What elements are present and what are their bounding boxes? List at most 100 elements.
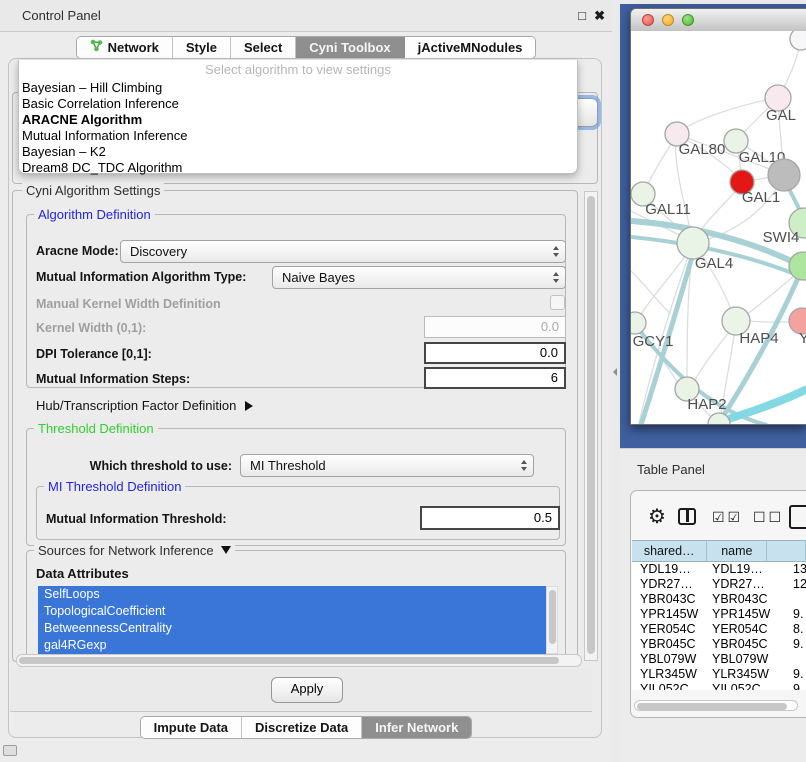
- table-cell: YBR045C: [712, 637, 768, 652]
- data-attributes-label: Data Attributes: [36, 566, 129, 581]
- table-cell: YER054C: [712, 622, 768, 637]
- table-cell: YBL079W: [640, 652, 696, 667]
- table-row[interactable]: YPR145WYPR145W9.: [632, 607, 806, 622]
- bottom-tabbar: Impute DataDiscretize DataInfer Network: [140, 716, 473, 739]
- tab-select[interactable]: Select: [231, 37, 296, 58]
- combo-arrows-icon: [521, 460, 527, 471]
- mi-threshold-group-title: MI Threshold Definition: [44, 479, 185, 494]
- minimize-traffic-light[interactable]: [662, 14, 674, 26]
- expander-arrow-icon: [245, 401, 253, 411]
- mi-type-label: Mutual Information Algorithm Type:: [36, 270, 246, 284]
- table-row[interactable]: YIL052CYIL052C9.: [632, 682, 806, 690]
- close-traffic-light[interactable]: [642, 14, 654, 26]
- tab-jactivemnodules[interactable]: jActiveMNodules: [405, 37, 536, 58]
- zoom-traffic-light[interactable]: [682, 14, 694, 26]
- attribute-topologicalcoefficient[interactable]: TopologicalCoefficient: [38, 603, 550, 620]
- aracne-mode-value: Discovery: [130, 244, 187, 259]
- settings-horizontal-scrollbar[interactable]: [16, 654, 582, 667]
- tab-style[interactable]: Style: [173, 37, 231, 58]
- settings-vertical-scrollbar[interactable]: [584, 191, 598, 661]
- network-canvas[interactable]: GALGAL80GAL10GAL1GAL11SWI4GAL4GCY1HAP4YH…: [631, 31, 806, 424]
- dpi-tolerance-field[interactable]: 0.0: [424, 342, 566, 364]
- collapsed-panel-icon[interactable]: [3, 745, 17, 756]
- table-row[interactable]: YDR27…YDR27…12: [632, 577, 806, 592]
- network-window[interactable]: GALGAL80GAL10GAL1GAL11SWI4GAL4GCY1HAP4YH…: [630, 8, 806, 425]
- column-header-item[interactable]: [767, 540, 806, 562]
- which-threshold-label: Which threshold to use:: [60, 459, 232, 473]
- table-cell: YLR345W: [640, 667, 697, 682]
- table-row[interactable]: YBR045CYBR045C9.: [632, 637, 806, 652]
- table-rows: YDL19…YDL19…13YDR27…YDR27…12YBR043CYBR04…: [632, 562, 806, 690]
- tab-infer-network[interactable]: Infer Network: [362, 717, 471, 738]
- which-threshold-combo[interactable]: MI Threshold: [240, 454, 534, 477]
- mi-threshold-field[interactable]: 0.5: [420, 506, 560, 530]
- float-window-icon[interactable]: □: [578, 0, 586, 32]
- network-window-titlebar[interactable]: [631, 9, 806, 32]
- mi-steps-value: 6: [551, 370, 558, 385]
- table-row[interactable]: YLR345WYLR345W9.: [632, 667, 806, 682]
- mi-type-combo[interactable]: Naive Bayes: [272, 266, 566, 289]
- tab-network[interactable]: Network: [77, 37, 173, 58]
- attribute-selfloops[interactable]: SelfLoops: [38, 586, 550, 603]
- node-label-gcy1: GCY1: [633, 333, 674, 350]
- hub-tf-definition-expander[interactable]: Hub/Transcription Factor Definition: [36, 398, 253, 413]
- table-cell: YER054C: [640, 622, 696, 637]
- panel-splitter[interactable]: [612, 0, 620, 762]
- sources-group-title[interactable]: Sources for Network Inference: [34, 543, 235, 558]
- combo-arrows-icon: [553, 272, 559, 283]
- attribute-betweennesscentrality[interactable]: BetweennessCentrality: [38, 620, 550, 637]
- table-row[interactable]: YBL079W YBL079W: [632, 652, 806, 667]
- table-cell: YIL052C: [640, 682, 689, 690]
- table-cell: YBL079W: [712, 652, 768, 667]
- algorithm-option-bayesian-k2[interactable]: Bayesian – K2: [19, 144, 577, 160]
- algorithm-option-mutual-information-inference[interactable]: Mutual Information Inference: [19, 128, 577, 144]
- dpi-tolerance-label: DPI Tolerance [0,1]:: [36, 347, 152, 361]
- table-panel-title: Table Panel: [637, 462, 705, 477]
- manual-kernel-checkbox: [550, 295, 565, 310]
- table-cell: YPR145W: [640, 607, 698, 622]
- tab-impute-data[interactable]: Impute Data: [141, 717, 242, 738]
- tab-label: jActiveMNodules: [418, 37, 523, 58]
- aracne-mode-combo[interactable]: Discovery: [120, 240, 566, 263]
- splitter-handle-icon[interactable]: [613, 368, 617, 376]
- algorithm-option-basic-correlation-inference[interactable]: Basic Correlation Inference: [19, 96, 577, 112]
- network-node[interactable]: [768, 159, 800, 191]
- network-node-swi4[interactable]: [789, 252, 806, 280]
- algorithm-option-bayesian-hill-climbing[interactable]: Bayesian – Hill Climbing: [19, 80, 577, 96]
- which-threshold-value: MI Threshold: [250, 458, 326, 473]
- table-cell: YPR145W: [712, 607, 770, 622]
- top-tabbar: NetworkStyleSelectCyni Toolbox jActiveMNo…: [76, 36, 537, 59]
- table-cell: YBR043C: [640, 592, 696, 607]
- table-row[interactable]: YBR043CYBR043C: [632, 592, 806, 607]
- tab-discretize-data[interactable]: Discretize Data: [242, 717, 362, 738]
- document-icon[interactable]: [789, 505, 806, 529]
- algorithm-option-dream8-dc-tdc-algorithm[interactable]: Dream8 DC_TDC Algorithm: [19, 160, 577, 176]
- dpi-tolerance-value: 0.0: [540, 345, 558, 360]
- table-cell: 9.: [793, 682, 803, 690]
- node-label-gal80: GAL80: [679, 141, 726, 158]
- table-row[interactable]: YER054CYER054C8.: [632, 622, 806, 637]
- node-label-gal11: GAL11: [645, 201, 691, 218]
- algorithm-option-aracne-algorithm[interactable]: ARACNE Algorithm: [19, 112, 577, 128]
- table-row[interactable]: YDL19…YDL19…13: [632, 562, 806, 577]
- attributes-list-scrollbar[interactable]: [546, 586, 558, 654]
- table-cell: 9.: [793, 667, 803, 682]
- combo-arrows-icon: [553, 246, 559, 257]
- apply-button[interactable]: Apply: [271, 677, 343, 703]
- column-header-shared[interactable]: shared…: [632, 540, 707, 562]
- table-horizontal-scrollbar[interactable]: [634, 700, 798, 711]
- attribute-gal4rgexp[interactable]: gal4RGexp: [38, 637, 550, 654]
- network-node[interactable]: [790, 31, 806, 50]
- tab-cyni-toolbox[interactable]: Cyni Toolbox: [296, 37, 404, 58]
- column-header-name[interactable]: name: [707, 540, 767, 562]
- node-label-gal1: GAL1: [742, 189, 780, 206]
- gear-icon[interactable]: ⚙: [648, 504, 666, 529]
- aracne-mode-label: Aracne Mode:: [36, 244, 119, 258]
- unchecked-boxes-icon[interactable]: ☐☐: [753, 509, 784, 526]
- columns-icon[interactable]: [678, 508, 696, 525]
- checked-boxes-icon[interactable]: ☑☑: [712, 509, 743, 526]
- close-panel-icon[interactable]: ✖: [594, 0, 605, 32]
- mi-steps-field[interactable]: 6: [424, 367, 566, 389]
- table-header-row: shared…name: [632, 540, 806, 562]
- network-node-gcy1[interactable]: [631, 312, 646, 334]
